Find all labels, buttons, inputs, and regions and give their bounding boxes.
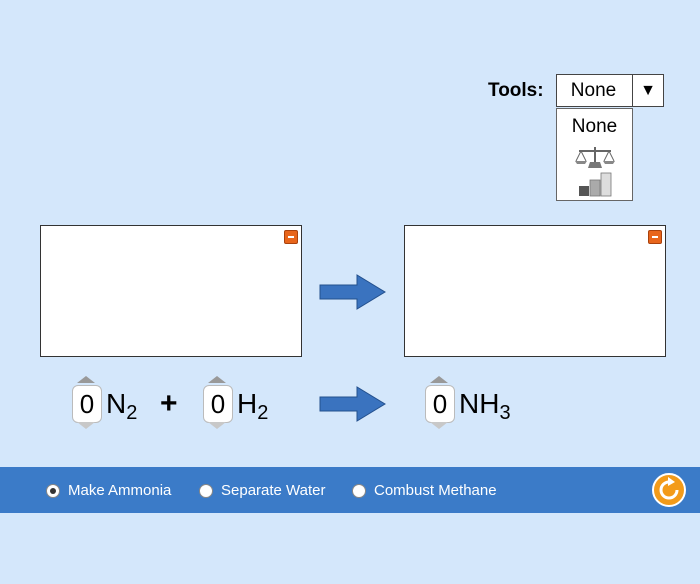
tools-selected-value: None <box>570 79 617 101</box>
tools-dropdown-list: None <box>556 108 633 201</box>
dropdown-arrow-icon[interactable]: ▼ <box>632 75 663 106</box>
nh3-decrease-icon[interactable] <box>430 422 448 429</box>
h2-formula: H2 <box>237 386 268 431</box>
radio-combust-methane[interactable]: Combust Methane <box>352 482 497 499</box>
n2-decrease-icon[interactable] <box>77 422 95 429</box>
h2-decrease-icon[interactable] <box>208 422 226 429</box>
radio-combust-methane-circle[interactable] <box>352 483 366 498</box>
radio-separate-water-label: Separate Water <box>221 482 326 499</box>
tools-option-bar-chart[interactable] <box>557 171 632 197</box>
h2-symbol: H <box>237 388 258 419</box>
n2-subscript: 2 <box>126 402 138 424</box>
radio-make-ammonia-label: Make Ammonia <box>68 482 172 499</box>
radio-separate-water-circle[interactable] <box>199 483 213 498</box>
reset-button[interactable] <box>652 473 686 507</box>
h2-increase-icon[interactable] <box>208 376 226 383</box>
nh3-formula: NH3 <box>459 386 511 431</box>
n2-increase-icon[interactable] <box>77 376 95 383</box>
nh3-coefficient[interactable]: 0 <box>425 385 455 423</box>
products-box <box>404 225 666 357</box>
tools-option-balance-scale[interactable] <box>557 144 632 170</box>
bar-chart-icon <box>578 172 611 197</box>
h2-subscript: 2 <box>257 402 269 424</box>
minimize-products-button[interactable] <box>648 230 662 244</box>
nh3-increase-icon[interactable] <box>430 376 448 383</box>
equation-arrow-icon <box>319 386 386 422</box>
box-arrow-icon <box>319 274 386 310</box>
radio-make-ammonia-circle[interactable] <box>46 483 60 498</box>
tools-label: Tools: <box>488 80 544 101</box>
radio-make-ammonia[interactable]: Make Ammonia <box>46 482 171 499</box>
reactants-box <box>40 225 302 357</box>
n2-symbol: N <box>106 388 127 419</box>
tools-option-none[interactable]: None <box>557 116 632 138</box>
plus-sign: + <box>160 387 178 420</box>
n2-formula: N2 <box>106 386 137 431</box>
minimize-reactants-button[interactable] <box>284 230 298 244</box>
nh3-symbol: NH <box>459 388 500 419</box>
tools-select[interactable]: None ▼ <box>556 74 664 107</box>
radio-combust-methane-label: Combust Methane <box>374 482 497 499</box>
h2-coefficient[interactable]: 0 <box>203 385 233 423</box>
nh3-subscript: 3 <box>499 402 511 424</box>
balance-scale-icon <box>574 147 615 168</box>
n2-coefficient[interactable]: 0 <box>72 385 102 423</box>
radio-separate-water[interactable]: Separate Water <box>199 482 326 499</box>
reset-icon <box>659 477 679 500</box>
reaction-selector-bar: Make Ammonia Separate Water Combust Meth… <box>0 467 700 513</box>
